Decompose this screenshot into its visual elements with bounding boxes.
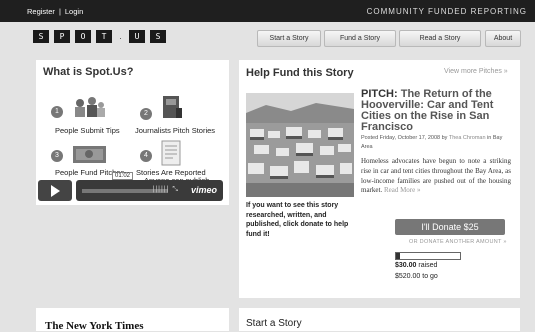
raised-amount: $30.00 raised xyxy=(395,262,437,269)
funding-progress-bar xyxy=(395,252,461,260)
pitch-title-link[interactable]: PITCH: The Return of the Hooverville: Ca… xyxy=(361,89,509,133)
step-4-icon: 4 xyxy=(140,150,152,162)
step-2-label: Journalists Pitch Stories xyxy=(135,126,216,135)
nav-start-story-button[interactable]: Start a Story xyxy=(257,30,321,47)
raised-label: raised xyxy=(418,262,438,269)
view-more-pitches-link[interactable]: View more Pitches » xyxy=(444,68,508,75)
people-icon xyxy=(75,97,105,117)
nyt-logo: The New York Times xyxy=(45,320,144,332)
vimeo-logo[interactable]: vimeo xyxy=(191,185,217,195)
spotus-logo[interactable]: S P O T . U S xyxy=(33,30,171,43)
tagline: COMMUNITY FUNDED REPORTING xyxy=(366,7,527,16)
account-links: Register | Login xyxy=(27,7,83,16)
start-story-heading: Start a Story xyxy=(246,318,302,329)
author-link[interactable]: Thea Chroman xyxy=(449,135,486,141)
donate-cta-text: If you want to see this story researched… xyxy=(246,202,349,238)
journalist-icon xyxy=(163,96,182,118)
logo-letter: P xyxy=(54,30,70,43)
nav-read-story-button[interactable]: Read a Story xyxy=(399,30,481,47)
logo-letter: S xyxy=(33,30,49,43)
pitch-description: Homeless advocates have begun to note a … xyxy=(361,157,511,196)
step-1-icon: 1 xyxy=(51,106,63,118)
money-icon xyxy=(73,146,106,163)
login-link[interactable]: Login xyxy=(65,7,83,16)
document-icon xyxy=(161,140,181,166)
posted-info: Posted Friday, October 17, 2008 by Thea … xyxy=(361,134,511,152)
donate-25-button[interactable]: I'll Donate $25 xyxy=(395,219,505,235)
video-controls: 01:02 |||||| ⤡ vimeo xyxy=(76,172,223,201)
divider: | xyxy=(58,7,61,16)
logo-dot: . xyxy=(119,32,122,41)
step-1-label: People Submit Tips xyxy=(55,126,120,135)
logo-letter: U xyxy=(129,30,145,43)
pitch-photo[interactable] xyxy=(246,93,354,197)
posted-date: Posted Friday, October 17, 2008 by xyxy=(361,135,448,141)
read-more-link[interactable]: Read More » xyxy=(384,186,421,194)
what-is-title: What is Spot.Us? xyxy=(43,66,134,78)
nav-fund-story-button[interactable]: Fund a Story xyxy=(324,30,396,47)
raised-value: $30.00 xyxy=(395,262,417,269)
video-player: 01:02 |||||| ⤡ vimeo xyxy=(38,172,223,202)
volume-icon[interactable]: |||||| ⤡ xyxy=(153,186,179,194)
video-time: 01:02 xyxy=(112,172,134,180)
logo-letter: S xyxy=(150,30,166,43)
register-link[interactable]: Register xyxy=(27,7,55,16)
donate-other-amount-link[interactable]: OR DONATE ANOTHER AMOUNT » xyxy=(409,239,507,245)
nav-about-button[interactable]: About xyxy=(485,30,521,47)
step-3-icon: 3 xyxy=(51,150,63,162)
top-bar: Register | Login COMMUNITY FUNDED REPORTIN… xyxy=(0,0,535,22)
header: S P O T . U S Start a Story Fund a Story… xyxy=(27,26,521,52)
logo-letter: T xyxy=(96,30,112,43)
play-button[interactable] xyxy=(38,180,72,201)
step-2-icon: 2 xyxy=(140,108,152,120)
logo-letter: O xyxy=(75,30,91,43)
funding-progress-fill xyxy=(396,253,400,259)
help-fund-title: Help Fund this Story xyxy=(246,67,354,79)
amount-to-go: $520.00 to go xyxy=(395,273,438,280)
